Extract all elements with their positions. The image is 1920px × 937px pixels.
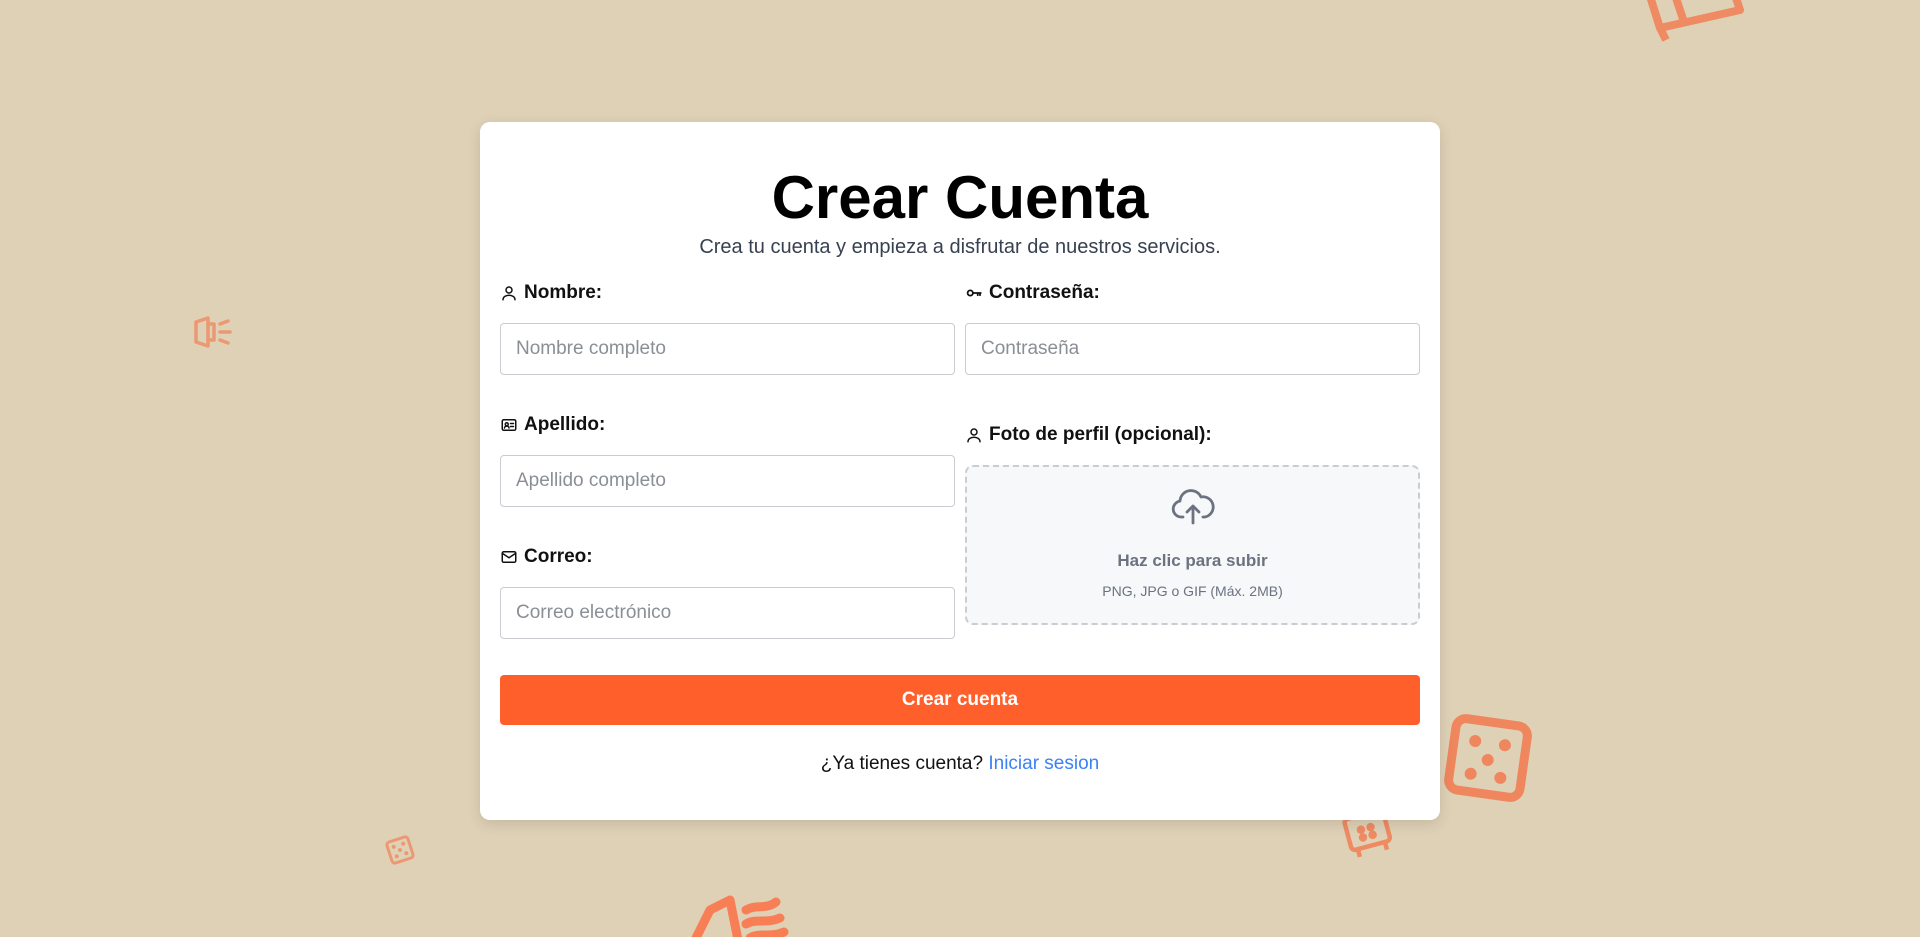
upload-hint: PNG, JPG o GIF (Máx. 2MB) bbox=[1102, 583, 1283, 599]
user-icon bbox=[967, 428, 981, 443]
correo-input[interactable] bbox=[500, 587, 955, 639]
upload-title: Haz clic para subir bbox=[1117, 551, 1268, 570]
login-prompt-line: ¿Ya tienes cuenta? Iniciar sesion bbox=[480, 753, 1440, 775]
correo-label: Correo: bbox=[500, 544, 593, 570]
id-card-icon bbox=[501, 419, 517, 431]
dice-icon bbox=[1444, 714, 1532, 802]
contrasena-label-text: Contraseña: bbox=[989, 282, 1100, 303]
book-icon bbox=[1646, 0, 1744, 42]
apellido-input[interactable] bbox=[500, 455, 955, 507]
dice-icon bbox=[385, 835, 415, 865]
megaphone-icon bbox=[691, 895, 789, 937]
nombre-label-text: Nombre: bbox=[524, 282, 603, 303]
nombre-input[interactable] bbox=[500, 323, 955, 375]
contrasena-label: Contraseña: bbox=[965, 280, 1100, 306]
mail-icon bbox=[501, 551, 517, 563]
signup-card: Crear Cuenta Crea tu cuenta y empieza a … bbox=[480, 122, 1440, 820]
user-icon bbox=[502, 286, 516, 301]
nombre-label: Nombre: bbox=[500, 280, 602, 306]
login-prompt: ¿Ya tienes cuenta? bbox=[820, 753, 984, 774]
page-subtitle: Crea tu cuenta y empieza a disfrutar de … bbox=[699, 236, 1221, 258]
create-account-button[interactable]: Crear cuenta bbox=[500, 675, 1420, 725]
foto-label-text: Foto de perfil (opcional): bbox=[989, 424, 1212, 445]
key-icon bbox=[966, 289, 982, 297]
apellido-label-text: Apellido: bbox=[524, 414, 606, 435]
foto-label: Foto de perfil (opcional): bbox=[965, 422, 1212, 448]
photo-upload-dropzone[interactable]: Haz clic para subir PNG, JPG o GIF (Máx.… bbox=[965, 465, 1420, 625]
cloud-upload-icon bbox=[1171, 489, 1215, 525]
megaphone-icon bbox=[194, 316, 232, 348]
apellido-label: Apellido: bbox=[500, 412, 605, 438]
correo-label-text: Correo: bbox=[524, 546, 593, 567]
login-link[interactable]: Iniciar sesion bbox=[988, 753, 1099, 774]
contrasena-input[interactable] bbox=[965, 323, 1420, 375]
page-title: Crear Cuenta bbox=[771, 164, 1149, 231]
